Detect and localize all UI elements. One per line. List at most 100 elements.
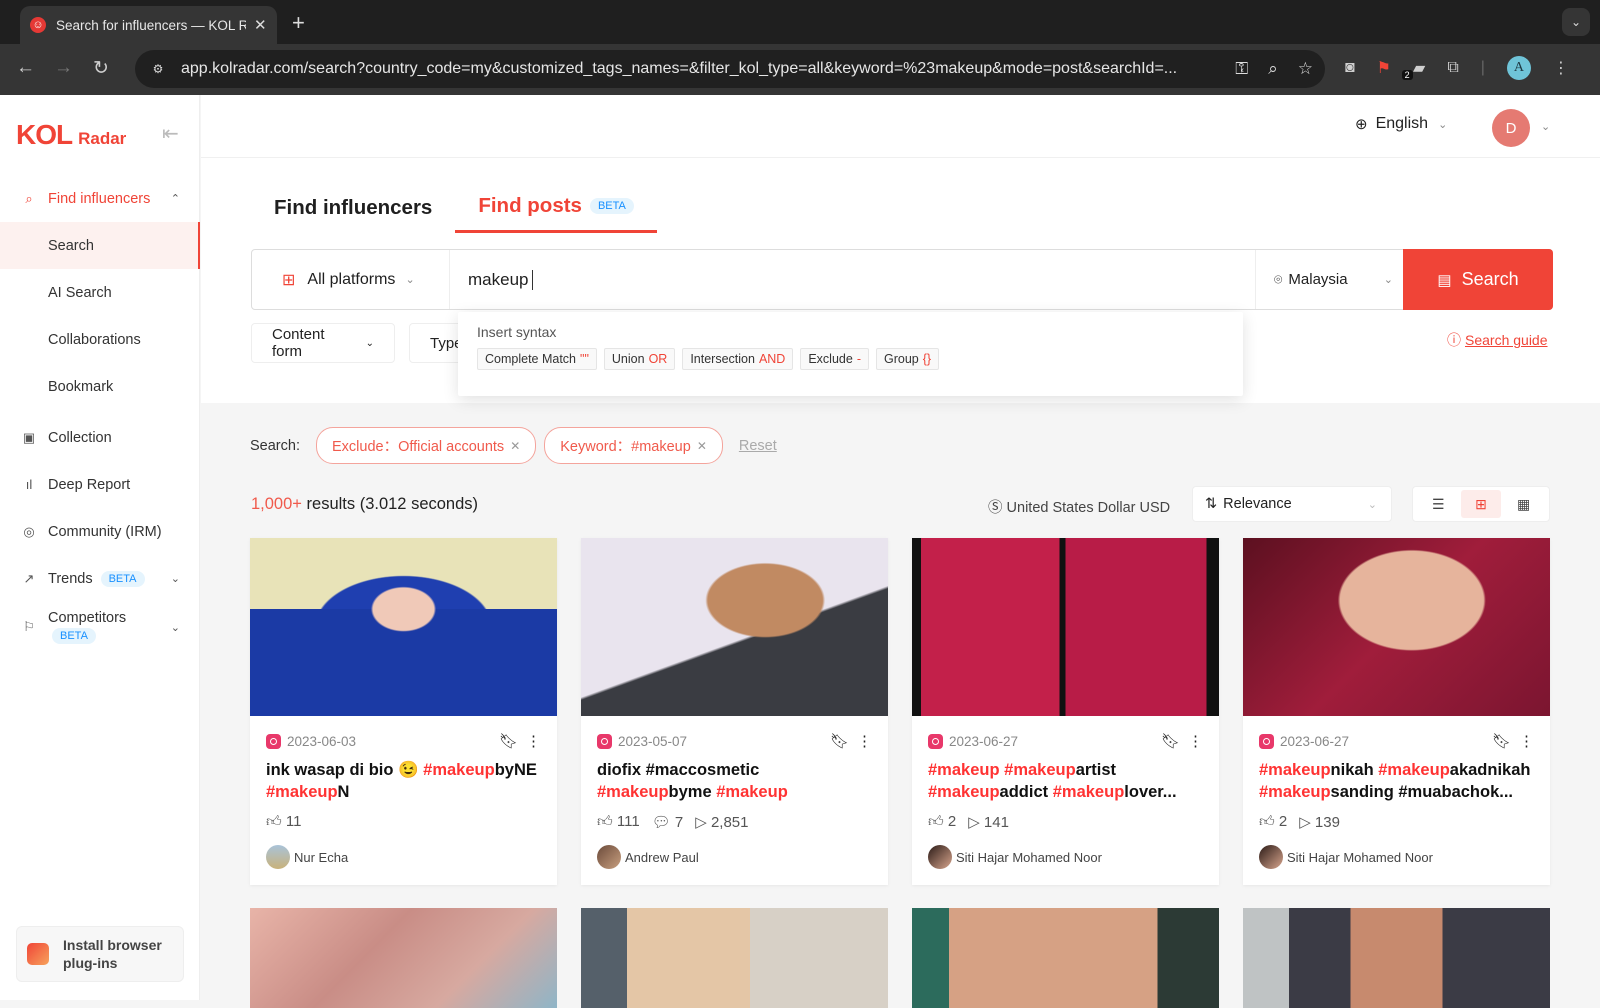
- sidebar-item-ai-search[interactable]: AI Search: [0, 269, 200, 316]
- post-thumbnail[interactable]: [912, 908, 1219, 1008]
- criteria-tag[interactable]: Keyword：#makeup ✕: [544, 427, 723, 464]
- browser-tab[interactable]: ☺ Search for influencers — KOL Radar ✕: [20, 6, 277, 44]
- reset-link[interactable]: Reset: [739, 438, 777, 454]
- sidebar-item-find-influencers[interactable]: ⌕ Find influencers ⌃: [0, 175, 200, 222]
- post-card[interactable]: 2023-06-03 🔖︎ ⋮ ink wasap di bio 😉 #makeu…: [250, 538, 557, 885]
- tab-find-influencers[interactable]: Find influencers: [251, 188, 455, 233]
- platform-select[interactable]: ⊞ All platforms ⌄: [252, 250, 450, 309]
- search-criteria: Search: Exclude：Official accounts ✕ Keywo…: [250, 427, 777, 464]
- camera-extension-icon[interactable]: ◙: [1345, 59, 1355, 77]
- post-caption[interactable]: ink wasap di bio 😉 #makeupbyNE #makeupN: [266, 759, 541, 803]
- post-author[interactable]: Nur Echa: [266, 845, 541, 869]
- more-options-icon[interactable]: ⋮: [857, 732, 872, 750]
- tab-find-posts[interactable]: Find posts BETA: [455, 188, 657, 233]
- post-caption[interactable]: #makeup #makeupartist #makeupaddict #mak…: [928, 759, 1203, 803]
- sidebar-item-community[interactable]: ◎ Community (IRM): [0, 508, 200, 555]
- password-key-icon[interactable]: ⚿: [1235, 59, 1248, 79]
- syntax-chip-union[interactable]: Union OR: [603, 348, 676, 370]
- post-card[interactable]: 2023-06-27 🔖︎ ⋮ #makeup #makeupartist #ma…: [912, 538, 1219, 885]
- sidebar-item-collaborations[interactable]: Collaborations: [0, 316, 200, 363]
- content-form-filter[interactable]: Content form ⌄: [251, 323, 395, 363]
- syntax-chip-exclude[interactable]: Exclude -: [800, 348, 869, 370]
- user-avatar[interactable]: D: [1492, 109, 1530, 147]
- reload-icon[interactable]: ↻: [93, 57, 109, 80]
- chevron-down-icon: ⌄: [365, 337, 374, 349]
- install-plugin-button[interactable]: Install browser plug-ins: [16, 926, 184, 982]
- sidebar-item-search[interactable]: Search: [0, 222, 200, 269]
- chip-label: Group: [884, 352, 919, 366]
- post-card[interactable]: 2023-05-07 🔖︎ ⋮ diofix #maccosmetic #make…: [581, 538, 888, 885]
- sidebar-item-trends[interactable]: ↗ Trends BETA ⌄: [0, 555, 200, 602]
- search-guide-link[interactable]: ⓘ Search guide: [1447, 330, 1548, 350]
- post-card[interactable]: 2023-06-27 🔖︎ ⋮ #makeupnikah #makeupakadn…: [1243, 538, 1550, 885]
- post-author[interactable]: Siti Hajar Mohamed Noor: [1259, 845, 1534, 869]
- post-author[interactable]: Andrew Paul: [597, 845, 872, 869]
- post-thumbnail[interactable]: [1243, 908, 1550, 1008]
- chevron-down-icon[interactable]: ⌄: [1541, 120, 1550, 133]
- more-options-icon[interactable]: ⋮: [526, 732, 541, 750]
- syntax-chip-intersection[interactable]: Intersection AND: [682, 348, 794, 370]
- collapse-sidebar-icon[interactable]: ⇤: [162, 121, 179, 146]
- post-caption[interactable]: #makeupnikah #makeupakadnikah #makeupsan…: [1259, 759, 1534, 803]
- tab-search-button[interactable]: ⌄: [1562, 8, 1590, 36]
- post-date: 2023-06-27: [949, 734, 1019, 749]
- post-thumbnail[interactable]: [250, 538, 557, 716]
- zoom-icon[interactable]: ⌕: [1268, 59, 1278, 79]
- browser-menu-icon[interactable]: ⋮: [1553, 58, 1569, 78]
- bar-chart-icon: ıl: [25, 477, 33, 492]
- country-select[interactable]: ⌾ Malaysia ⌄: [1255, 250, 1403, 309]
- globe-icon: ⊕: [1355, 116, 1368, 133]
- post-thumbnail[interactable]: [250, 908, 557, 1008]
- remove-tag-icon[interactable]: ✕: [697, 439, 707, 453]
- extensions-puzzle-icon[interactable]: ⧉: [1447, 59, 1458, 77]
- views-count: 139: [1314, 814, 1340, 831]
- currency-selector[interactable]: Ⓢ United States Dollar USD: [988, 496, 1170, 517]
- post-thumbnail[interactable]: [1243, 538, 1550, 716]
- sidebar-item-label: Find influencers: [48, 190, 151, 207]
- keyword-input[interactable]: makeup: [450, 269, 1255, 290]
- more-options-icon[interactable]: ⋮: [1188, 732, 1203, 750]
- syntax-chip-complete-match[interactable]: Complete Match "": [477, 348, 597, 370]
- bookmark-icon[interactable]: 🔖︎: [1492, 732, 1511, 750]
- sort-select[interactable]: ⇅ Relevance ⌄: [1192, 486, 1392, 522]
- caption-text: akadnikah: [1449, 761, 1531, 779]
- browser-profile-avatar[interactable]: A: [1506, 56, 1531, 80]
- new-tab-button[interactable]: +: [292, 10, 305, 36]
- instagram-icon: [1259, 734, 1274, 749]
- bookmark-icon[interactable]: 🔖︎: [499, 732, 518, 750]
- url-text[interactable]: app.kolradar.com/search?country_code=my&…: [181, 60, 1225, 78]
- sidebar-item-deep-report[interactable]: ıl Deep Report: [0, 461, 200, 508]
- instagram-icon: [266, 734, 281, 749]
- search-button[interactable]: ▤ Search: [1403, 249, 1553, 310]
- post-thumbnail[interactable]: [581, 538, 888, 716]
- forward-icon[interactable]: →: [54, 57, 73, 79]
- more-options-icon[interactable]: ⋮: [1519, 732, 1534, 750]
- back-icon[interactable]: ←: [16, 57, 35, 79]
- document-icon: ▤: [1437, 271, 1452, 289]
- post-author[interactable]: Siti Hajar Mohamed Noor: [928, 845, 1203, 869]
- post-thumbnail[interactable]: [912, 538, 1219, 716]
- sidebar-item-collection[interactable]: ▣ Collection: [0, 414, 200, 461]
- table-view-icon[interactable]: ▦: [1504, 490, 1544, 518]
- extension-icon[interactable]: ▰: [1413, 58, 1425, 78]
- remove-tag-icon[interactable]: ✕: [510, 439, 520, 453]
- kol-radar-logo[interactable]: KOL Radar: [16, 119, 126, 151]
- sidebar-item-competitors[interactable]: ⚐ Competitors BETA ⌄: [0, 602, 200, 652]
- language-selector[interactable]: ⊕ English ⌄: [1355, 115, 1447, 133]
- grid-view-icon[interactable]: ⊞: [1460, 490, 1501, 518]
- bookmark-icon[interactable]: 🔖︎: [830, 732, 849, 750]
- site-settings-icon[interactable]: ⚙: [147, 58, 169, 80]
- syntax-chip-group[interactable]: Group{}: [876, 348, 940, 370]
- address-bar[interactable]: ⚙ app.kolradar.com/search?country_code=m…: [135, 50, 1325, 88]
- list-view-icon[interactable]: ☰: [1418, 490, 1458, 518]
- chevron-down-icon: ⌄: [405, 274, 415, 286]
- bookmark-star-icon[interactable]: ☆: [1298, 59, 1313, 79]
- post-thumbnail[interactable]: [581, 908, 888, 1008]
- post-caption[interactable]: diofix #maccosmetic #makeupbyme #makeup: [597, 759, 872, 803]
- bookmark-icon[interactable]: 🔖︎: [1161, 732, 1180, 750]
- sidebar-nav: ⌕ Find influencers ⌃ Search AI Search Co…: [0, 175, 200, 652]
- sidebar-item-bookmark[interactable]: Bookmark: [0, 363, 200, 410]
- kol-extension-icon[interactable]: ⚑ 2: [1377, 58, 1413, 80]
- close-tab-icon[interactable]: ✕: [254, 16, 267, 34]
- criteria-tag[interactable]: Exclude：Official accounts ✕: [315, 427, 537, 464]
